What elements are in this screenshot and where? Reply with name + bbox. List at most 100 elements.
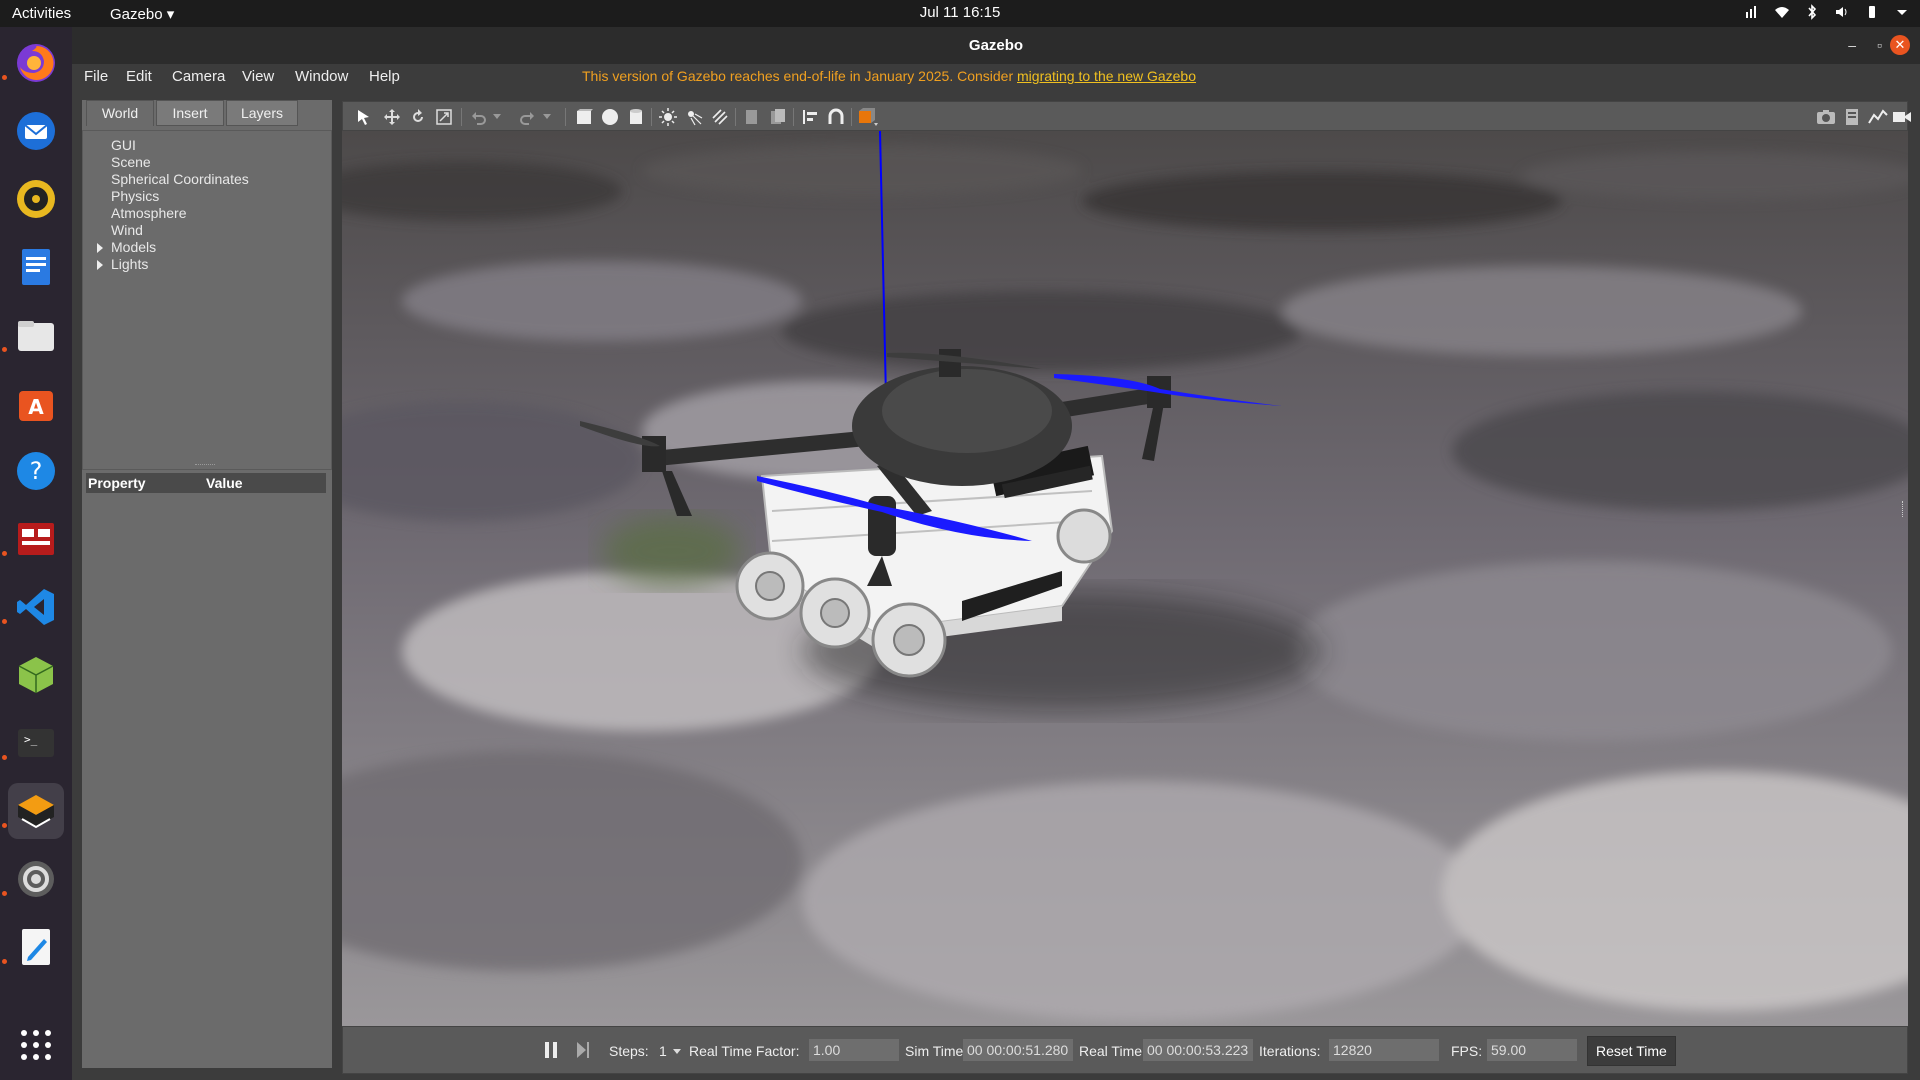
copy-icon[interactable] <box>741 107 763 127</box>
rover-wheel <box>871 602 947 678</box>
apps-grid-icon[interactable] <box>8 1017 64 1073</box>
snap-icon[interactable] <box>825 107 847 127</box>
panel-splitter[interactable] <box>195 464 215 466</box>
battery-icon[interactable] <box>1864 4 1880 20</box>
files-icon[interactable] <box>8 307 64 363</box>
menu-edit[interactable]: Edit <box>126 68 152 85</box>
minimize-icon[interactable]: – <box>1848 37 1856 53</box>
fps-field: 59.00 <box>1487 1039 1577 1061</box>
sim-time-field: 00 00:00:51.280 <box>963 1039 1073 1061</box>
select-mode-icon[interactable] <box>353 107 375 127</box>
menu-window[interactable]: Window <box>295 68 348 85</box>
directional-light-icon[interactable] <box>709 107 731 127</box>
app-menu-button[interactable]: Gazebo ▾ <box>110 5 174 23</box>
step-forward-icon[interactable] <box>575 1041 591 1059</box>
cylinder-shape-icon[interactable] <box>625 107 647 127</box>
paste-icon[interactable] <box>767 107 789 127</box>
simulation-control-bar: Steps: 1 Real Time Factor: 1.00 Sim Time… <box>342 1026 1908 1074</box>
svg-text:?: ? <box>30 457 43 485</box>
close-icon[interactable]: ✕ <box>1890 35 1910 55</box>
window-title: Gazebo <box>968 37 1024 54</box>
tree-item-models[interactable]: Models <box>111 239 156 255</box>
terminal-red-icon[interactable] <box>8 511 64 567</box>
scene-viewport[interactable] <box>342 131 1908 1026</box>
box-shape-icon[interactable] <box>573 107 595 127</box>
thunderbird-icon[interactable] <box>8 103 64 159</box>
window-title-bar[interactable]: Gazebo – ▫ ✕ <box>72 27 1920 64</box>
system-tray[interactable] <box>1744 4 1910 20</box>
spot-light-icon[interactable] <box>683 107 705 127</box>
real-time-field: 00 00:00:53.223 <box>1143 1039 1253 1061</box>
dock: A ? >_ <box>0 27 72 1080</box>
svg-text:A: A <box>28 395 44 419</box>
scale-mode-icon[interactable] <box>433 107 455 127</box>
network-icon[interactable] <box>1744 4 1760 20</box>
rhythmbox-icon[interactable] <box>8 171 64 227</box>
firefox-icon[interactable] <box>8 35 64 91</box>
menu-file[interactable]: File <box>84 68 108 85</box>
vscode-icon[interactable] <box>8 579 64 635</box>
tree-item-physics[interactable]: Physics <box>111 188 159 204</box>
rover-wheel <box>735 551 805 621</box>
undo-icon[interactable] <box>467 107 489 127</box>
point-light-icon[interactable] <box>657 107 679 127</box>
bluetooth-icon[interactable] <box>1804 4 1820 20</box>
software-icon[interactable]: A <box>8 375 64 431</box>
chevron-down-icon[interactable] <box>1894 4 1910 20</box>
clock[interactable]: Jul 11 16:15 <box>920 4 1001 21</box>
redo-icon[interactable] <box>517 107 539 127</box>
tree-item-lights[interactable]: Lights <box>111 256 148 272</box>
log-icon[interactable] <box>1841 107 1863 127</box>
cube-icon[interactable] <box>8 647 64 703</box>
svg-text:>_: >_ <box>24 733 38 746</box>
tab-insert[interactable]: Insert <box>156 100 224 126</box>
pause-icon[interactable] <box>543 1041 559 1059</box>
sphere-shape-icon[interactable] <box>599 107 621 127</box>
migration-link[interactable]: migrating to the new Gazebo <box>1017 68 1196 84</box>
tree-item-atmosphere[interactable]: Atmosphere <box>111 205 186 221</box>
viewport-splitter-handle[interactable] <box>1902 501 1906 517</box>
tab-layers[interactable]: Layers <box>226 100 298 126</box>
steps-value[interactable]: 1 <box>659 1043 667 1059</box>
real-time-factor-label: Real Time Factor: <box>689 1043 800 1059</box>
rover-wheel <box>1056 508 1112 564</box>
fps-label: FPS: <box>1451 1043 1483 1059</box>
expand-arrow-icon[interactable] <box>97 243 103 253</box>
translate-mode-icon[interactable] <box>381 107 403 127</box>
settings-icon[interactable] <box>8 851 64 907</box>
writer-icon[interactable] <box>8 239 64 295</box>
plot-icon[interactable] <box>1867 107 1889 127</box>
grass-patch <box>602 516 742 586</box>
value-column-header: Value <box>206 475 243 491</box>
view-angle-icon[interactable] <box>857 107 879 127</box>
activities-button[interactable]: Activities <box>12 5 71 22</box>
wifi-icon[interactable] <box>1774 4 1790 20</box>
screenshot-icon[interactable] <box>1815 107 1837 127</box>
tab-world[interactable]: World <box>86 100 154 126</box>
video-record-icon[interactable] <box>1891 107 1913 127</box>
menu-camera[interactable]: Camera <box>172 68 225 85</box>
properties-table <box>86 493 326 1063</box>
steps-dropdown-icon[interactable] <box>673 1049 681 1055</box>
tree-item-gui[interactable]: GUI <box>111 137 136 153</box>
menu-view[interactable]: View <box>242 68 274 85</box>
rotate-mode-icon[interactable] <box>407 107 429 127</box>
left-panel: World Insert Layers GUI Scene Spherical … <box>82 100 332 1068</box>
text-editor-icon[interactable] <box>8 919 64 975</box>
help-icon[interactable]: ? <box>8 443 64 499</box>
menu-help[interactable]: Help <box>369 68 400 85</box>
tree-item-spherical-coordinates[interactable]: Spherical Coordinates <box>111 171 249 187</box>
align-icon[interactable] <box>799 107 821 127</box>
expand-arrow-icon[interactable] <box>97 260 103 270</box>
restore-icon[interactable]: ▫ <box>1877 37 1882 53</box>
undo-history-icon[interactable] <box>491 107 503 127</box>
terminal-icon[interactable]: >_ <box>8 715 64 771</box>
steps-label: Steps: <box>609 1043 649 1059</box>
gazebo-icon[interactable] <box>8 783 64 839</box>
redo-history-icon[interactable] <box>541 107 553 127</box>
system-top-bar: Activities Gazebo ▾ Jul 11 16:15 <box>0 0 1920 27</box>
reset-time-button[interactable]: Reset Time <box>1587 1036 1676 1066</box>
tree-item-scene[interactable]: Scene <box>111 154 151 170</box>
tree-item-wind[interactable]: Wind <box>111 222 143 238</box>
volume-icon[interactable] <box>1834 4 1850 20</box>
